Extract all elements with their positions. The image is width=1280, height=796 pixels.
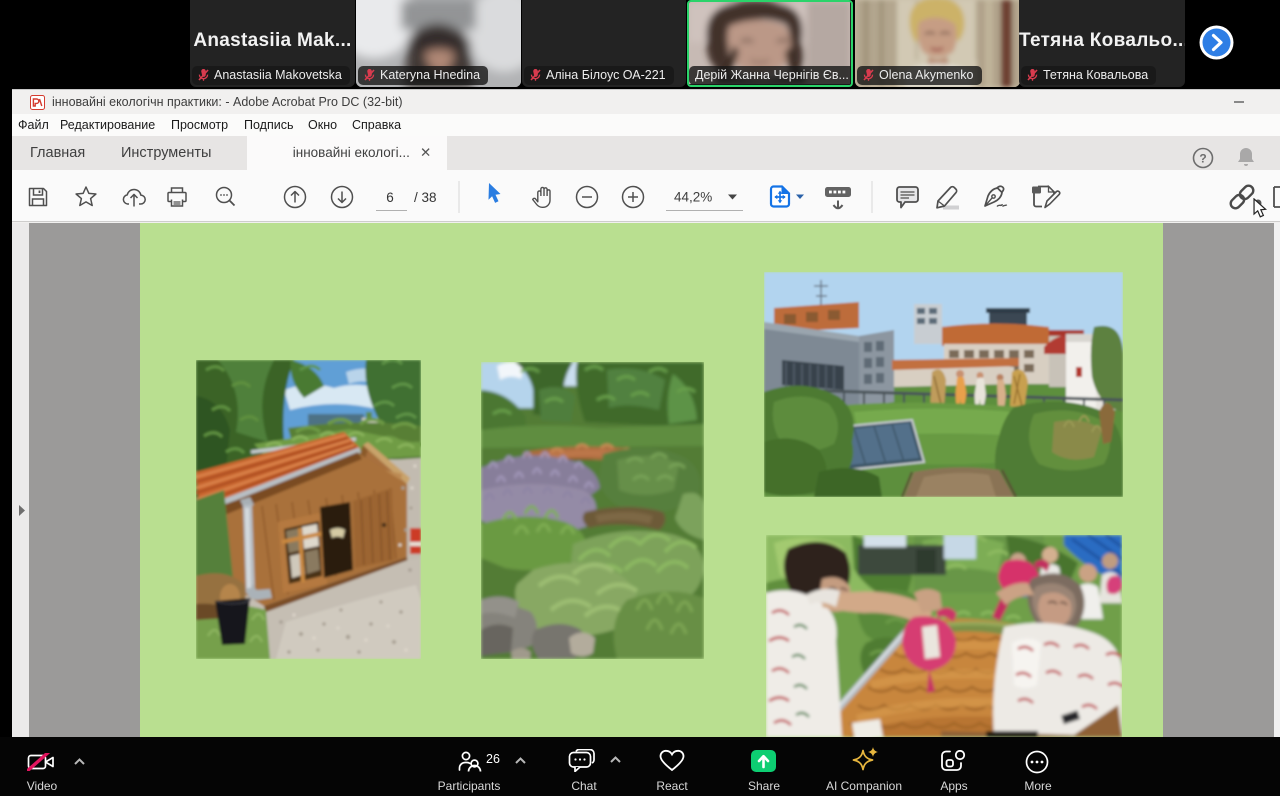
svg-text:/ 38: / 38 <box>414 190 437 205</box>
svg-text:44,2%: 44,2% <box>674 190 712 205</box>
svg-text:?: ? <box>1199 152 1206 166</box>
svg-text:6: 6 <box>386 190 394 205</box>
svg-text:26: 26 <box>486 752 500 766</box>
